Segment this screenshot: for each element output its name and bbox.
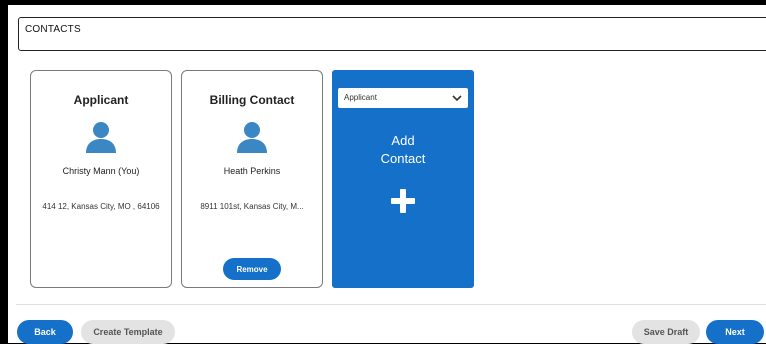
add-contact-label-line2: Contact bbox=[380, 151, 426, 166]
add-contact-label: Add Contact bbox=[332, 132, 474, 168]
select-value: Applicant bbox=[344, 93, 377, 102]
contact-card-billing[interactable]: Billing Contact Heath Perkins 8911 101st… bbox=[181, 70, 323, 288]
person-icon bbox=[237, 122, 267, 153]
save-draft-button[interactable]: Save Draft bbox=[632, 320, 700, 344]
section-title: CONTACTS bbox=[25, 24, 81, 35]
plus-icon[interactable] bbox=[390, 188, 416, 214]
add-contact-card[interactable]: Applicant Add Contact bbox=[332, 70, 474, 288]
contact-name: Heath Perkins bbox=[223, 166, 281, 176]
section-header: CONTACTS bbox=[18, 17, 766, 51]
chevron-down-icon bbox=[452, 95, 462, 102]
person-icon bbox=[86, 122, 116, 153]
contact-address: 414 12, Kansas City, MO , 64106 bbox=[42, 202, 160, 211]
create-template-button[interactable]: Create Template bbox=[81, 320, 175, 344]
next-button[interactable]: Next bbox=[706, 320, 764, 344]
contact-type-select[interactable]: Applicant bbox=[338, 88, 468, 108]
card-title: Applicant bbox=[73, 93, 129, 107]
contact-address: 8911 101st, Kansas City, M... bbox=[200, 202, 304, 211]
remove-button[interactable]: Remove bbox=[223, 258, 281, 280]
card-title: Billing Contact bbox=[209, 93, 295, 107]
contact-card-applicant[interactable]: Applicant Christy Mann (You) 414 12, Kan… bbox=[30, 70, 172, 288]
add-contact-label-line1: Add bbox=[391, 133, 415, 148]
back-button[interactable]: Back bbox=[17, 320, 73, 344]
contact-name: Christy Mann (You) bbox=[62, 166, 140, 176]
footer-divider bbox=[16, 304, 766, 305]
